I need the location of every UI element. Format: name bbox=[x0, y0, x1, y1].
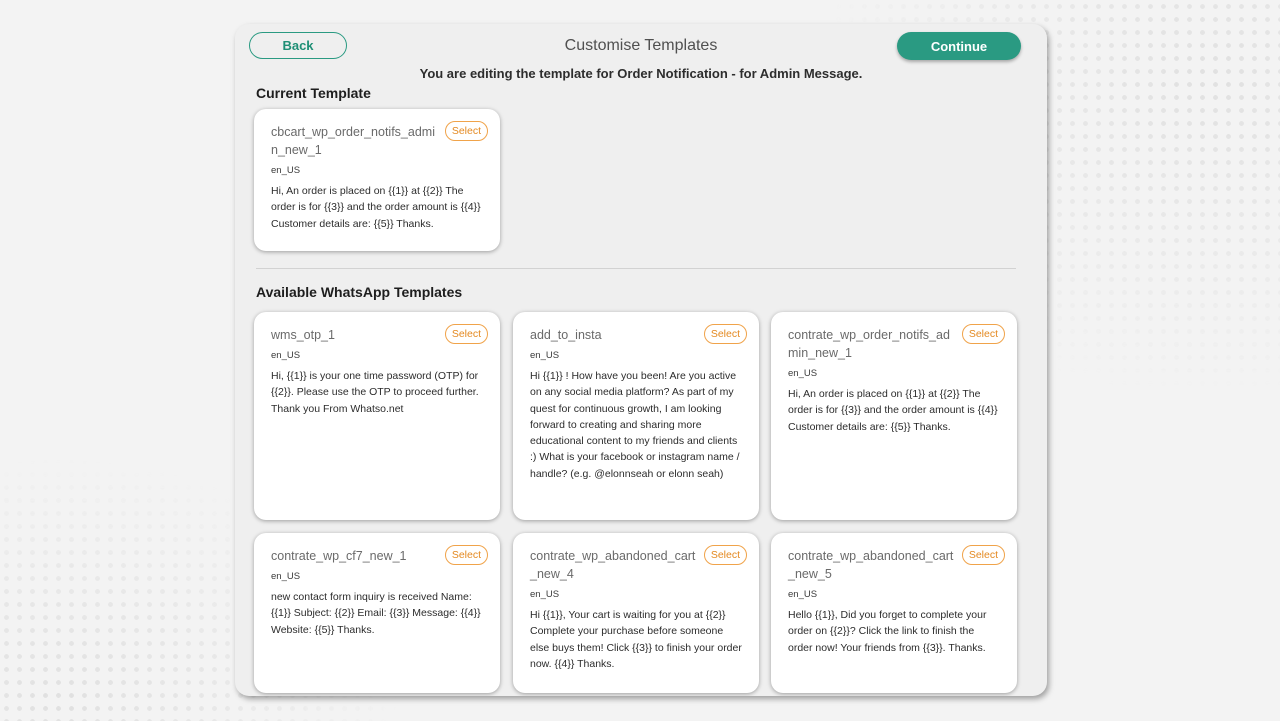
template-name: add_to_insta bbox=[530, 328, 602, 342]
template-body: Hi {{1}}, Your cart is waiting for you a… bbox=[530, 609, 742, 670]
template-name: cbcart_wp_order_notifs_admin_new_1 bbox=[271, 125, 435, 157]
template-card: add_to_insta Select en_US Hi {{1}} ! How… bbox=[513, 312, 759, 520]
template-body: Hello {{1}}, Did you forget to complete … bbox=[788, 609, 987, 654]
select-button[interactable]: Select bbox=[444, 324, 488, 344]
template-name: contrate_wp_cf7_new_1 bbox=[271, 549, 407, 563]
template-body: Hi, An order is placed on {{1}} at {{2}}… bbox=[271, 185, 481, 230]
current-template-heading: Current Template bbox=[256, 85, 371, 101]
editing-info-text: You are editing the template for Order N… bbox=[419, 66, 863, 81]
section-divider bbox=[256, 268, 1016, 269]
customise-templates-panel: Back Customise Templates Continue You ar… bbox=[235, 24, 1047, 696]
template-card: contrate_wp_abandoned_cart_new_5 Select … bbox=[771, 533, 1017, 693]
template-language: en_US bbox=[530, 589, 560, 600]
select-button[interactable]: Select bbox=[444, 545, 488, 565]
select-button[interactable]: Select bbox=[703, 545, 747, 565]
current-template-card: cbcart_wp_order_notifs_admin_new_1 Selec… bbox=[254, 109, 500, 251]
continue-button[interactable]: Continue bbox=[897, 32, 1021, 60]
template-language: en_US bbox=[788, 368, 818, 379]
template-language: en_US bbox=[271, 350, 301, 361]
template-card: contrate_wp_order_notifs_admin_new_1 Sel… bbox=[771, 312, 1017, 520]
template-body: Hi, {{1}} is your one time password (OTP… bbox=[271, 370, 479, 415]
select-button[interactable]: Select bbox=[961, 545, 1005, 565]
select-button[interactable]: Select bbox=[444, 121, 488, 141]
template-language: en_US bbox=[788, 589, 818, 600]
template-body: Hi, An order is placed on {{1}} at {{2}}… bbox=[788, 388, 998, 433]
template-name: contrate_wp_abandoned_cart_new_4 bbox=[530, 549, 696, 581]
template-language: en_US bbox=[271, 571, 301, 582]
template-card: contrate_wp_abandoned_cart_new_4 Select … bbox=[513, 533, 759, 693]
template-name: wms_otp_1 bbox=[271, 328, 335, 342]
template-card: wms_otp_1 Select en_US Hi, {{1}} is your… bbox=[254, 312, 500, 520]
template-card: contrate_wp_cf7_new_1 Select en_US new c… bbox=[254, 533, 500, 693]
template-body: new contact form inquiry is received Nam… bbox=[271, 591, 481, 636]
template-language: en_US bbox=[530, 350, 560, 361]
template-name: contrate_wp_order_notifs_admin_new_1 bbox=[788, 328, 950, 360]
template-language: en_US bbox=[271, 165, 301, 176]
template-name: contrate_wp_abandoned_cart_new_5 bbox=[788, 549, 954, 581]
select-button[interactable]: Select bbox=[703, 324, 747, 344]
select-button[interactable]: Select bbox=[961, 324, 1005, 344]
template-body: Hi {{1}} ! How have you been! Are you ac… bbox=[530, 370, 740, 480]
available-templates-heading: Available WhatsApp Templates bbox=[256, 284, 463, 300]
